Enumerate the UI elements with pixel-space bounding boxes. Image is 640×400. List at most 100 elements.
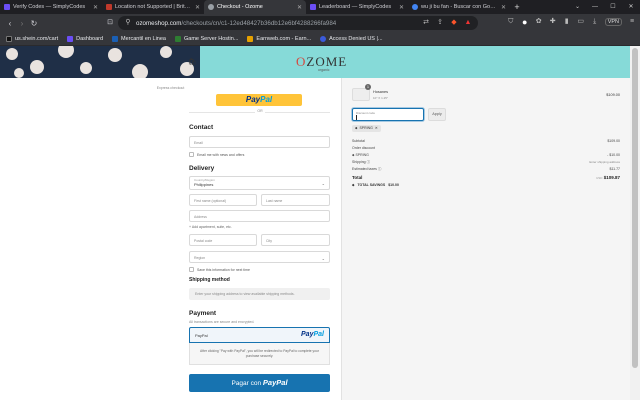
discount-placeholder: Discount code <box>356 111 376 115</box>
checkbox-box[interactable] <box>189 267 194 272</box>
game-server-favicon-icon <box>174 35 181 42</box>
bookmark-earnweb[interactable]: Earnweb.com - Earn... <box>247 35 311 42</box>
discount-code-row: ⬥ SPRING - $10.00 <box>352 153 620 157</box>
email-field[interactable]: Email <box>189 136 330 148</box>
address-placeholder: Address <box>194 215 207 219</box>
url-text[interactable]: ozomeshop.com/checkouts/cn/c1-12ed48427b… <box>136 20 336 27</box>
checkbox-label: Email me with news and offers <box>197 152 245 157</box>
bookmark-access-denied[interactable]: Access Denied US |... <box>320 35 383 42</box>
info-icon[interactable]: ⓘ <box>378 167 382 171</box>
shield-extension-icon[interactable]: ⛉ <box>507 18 515 26</box>
wallet-icon[interactable]: ▭ <box>577 18 585 26</box>
save-info-checkbox[interactable]: Save this information for next time <box>189 267 250 272</box>
paypal-button-logo: PayPal <box>263 378 288 387</box>
tab-label: Location not Supported | BritBox <box>115 4 192 10</box>
circle-extension-icon[interactable]: ● <box>521 18 529 27</box>
scrollbar-thumb[interactable] <box>632 48 638 368</box>
info-icon[interactable]: ⓘ <box>367 160 371 164</box>
banner-dot <box>132 64 148 78</box>
last-name-field[interactable]: Last name <box>261 194 330 206</box>
cart-bag-icon[interactable]: 🛍 <box>188 58 197 66</box>
quantity-badge: 1 <box>365 84 371 90</box>
bookmark-page-icon[interactable]: ⊡ <box>104 18 116 26</box>
shipping-label-text: Shipping <box>352 160 366 164</box>
tab-britbox[interactable]: Location not Supported | BritBox ✕ <box>102 0 204 14</box>
brave-shield-icon[interactable]: ◆ <box>450 19 458 27</box>
bookmark-dashboard[interactable]: Dashboard <box>67 35 103 42</box>
forward-icon[interactable]: › <box>16 19 28 28</box>
total-row: Total USD $109.87 <box>352 175 620 180</box>
paypal-logo-pay: Pay <box>262 378 277 387</box>
extensions-area: ⛉ ● ✿ ✚ ▮ ▭ ⤓ VPN ≡ <box>507 18 636 27</box>
bookmark-shein-cart[interactable]: us.shein.com/cart <box>6 35 58 42</box>
close-icon[interactable]: ✕ <box>399 4 404 11</box>
new-tab-plus-icon[interactable]: + <box>510 2 524 12</box>
paypal-redirect-text: After clicking "Pay with PayPal", you wi… <box>200 349 319 358</box>
email-news-checkbox[interactable]: Email me with news and offers <box>189 152 244 157</box>
subtotal-label: Subtotal <box>352 139 365 143</box>
checkbox-box[interactable] <box>189 152 194 157</box>
bookmark-label: Game Server Hostin... <box>183 35 239 42</box>
first-name-field[interactable]: First name (optional) <box>189 194 257 206</box>
tab-checkout-ozome[interactable]: Checkout - Ozome ✕ <box>204 0 306 14</box>
maximize-icon[interactable]: ☐ <box>604 0 622 14</box>
address-field[interactable]: Address <box>189 210 330 222</box>
tab-search-chevron-icon[interactable]: ⌄ <box>575 0 580 14</box>
close-icon[interactable]: ✕ <box>297 4 302 11</box>
checkbox-label: Save this information for next time <box>197 267 250 272</box>
paypal-redirect-panel: After clicking "Pay with PayPal", you wi… <box>189 343 330 365</box>
bookmark-game-server[interactable]: Game Server Hostin... <box>174 35 239 42</box>
site-info-icon[interactable]: ⚲ <box>124 19 132 27</box>
minimize-icon[interactable]: — <box>586 0 604 14</box>
menu-icon[interactable]: ≡ <box>628 18 636 26</box>
country-select[interactable]: Country/Region Philippines ⌄ <box>189 176 330 190</box>
pay-with-paypal-button[interactable]: Pagar con PayPal <box>189 374 330 392</box>
close-icon[interactable]: ✕ <box>195 4 200 11</box>
chevron-down-icon: ⌄ <box>321 181 325 186</box>
discount-value: - $10.00 <box>607 153 620 157</box>
or-label: OR <box>255 109 265 113</box>
region-select[interactable]: Region ⌄ <box>189 251 330 263</box>
bookmark-label: Access Denied US |... <box>329 35 383 42</box>
close-window-icon[interactable]: ✕ <box>622 0 640 14</box>
address-bar[interactable]: ⚲ ozomeshop.com/checkouts/cn/c1-12ed4842… <box>118 16 478 30</box>
tab-simplycodes-verify[interactable]: Verify Codes — SimplyCodes ✕ <box>0 0 102 14</box>
apply-button[interactable]: Apply <box>428 108 446 121</box>
polka-dot-banner <box>0 46 200 78</box>
tab-leaderboard[interactable]: Leaderboard — SimplyCodes ✕ <box>306 0 408 14</box>
add-apartment-link[interactable]: + Add apartment, suite, etc. <box>189 225 232 229</box>
tab-label: Leaderboard — SimplyCodes <box>319 4 392 10</box>
shipping-method-title: Shipping method <box>189 277 230 283</box>
paypal-payment-option[interactable]: PayPal PayPal <box>189 327 330 343</box>
banner-dot <box>108 48 122 62</box>
download-icon[interactable]: ⤓ <box>591 18 599 26</box>
close-icon[interactable]: ✕ <box>93 4 98 11</box>
paypal-logo-pal: Pal <box>276 378 288 387</box>
tab-google-search[interactable]: wu ji bu fan - Buscar con Google ✕ <box>408 0 510 14</box>
paypal-express-button[interactable]: PayPal <box>216 94 302 106</box>
share-icon[interactable]: ⇪ <box>436 19 444 27</box>
paypal-logo-pay: Pay <box>301 331 314 338</box>
reload-icon[interactable]: ↻ <box>28 19 40 28</box>
taxes-label-text: Estimated taxes <box>352 167 377 171</box>
banner-dot <box>6 48 18 60</box>
leaf-extension-icon[interactable]: ✿ <box>535 18 543 26</box>
translate-icon[interactable]: ⇄ <box>422 19 430 27</box>
back-icon[interactable]: ‹ <box>4 19 16 28</box>
shipping-method-placeholder: Enter your shipping address to view avai… <box>189 288 330 300</box>
postal-code-field[interactable]: Postal code <box>189 234 257 246</box>
puzzle-extension-icon[interactable]: ✚ <box>549 18 557 26</box>
banner-dot <box>80 62 92 74</box>
city-field[interactable]: City <box>261 234 330 246</box>
store-header-banner: 🛍 OZOME organic <box>0 46 630 78</box>
discount-code-input[interactable]: Discount code <box>352 108 424 121</box>
sidebar-icon[interactable]: ▮ <box>563 18 571 26</box>
pay-button-label: Pagar con <box>231 380 262 387</box>
vpn-button[interactable]: VPN <box>604 18 622 26</box>
bookmark-mercantil[interactable]: Mercantil en Linea <box>112 35 166 42</box>
brave-rewards-icon[interactable]: ▲ <box>464 19 472 27</box>
postal-placeholder: Postal code <box>194 239 213 243</box>
close-icon[interactable]: ✕ <box>501 4 506 11</box>
britbox-favicon-icon <box>106 4 112 10</box>
remove-discount-icon[interactable]: ✕ <box>375 125 378 132</box>
